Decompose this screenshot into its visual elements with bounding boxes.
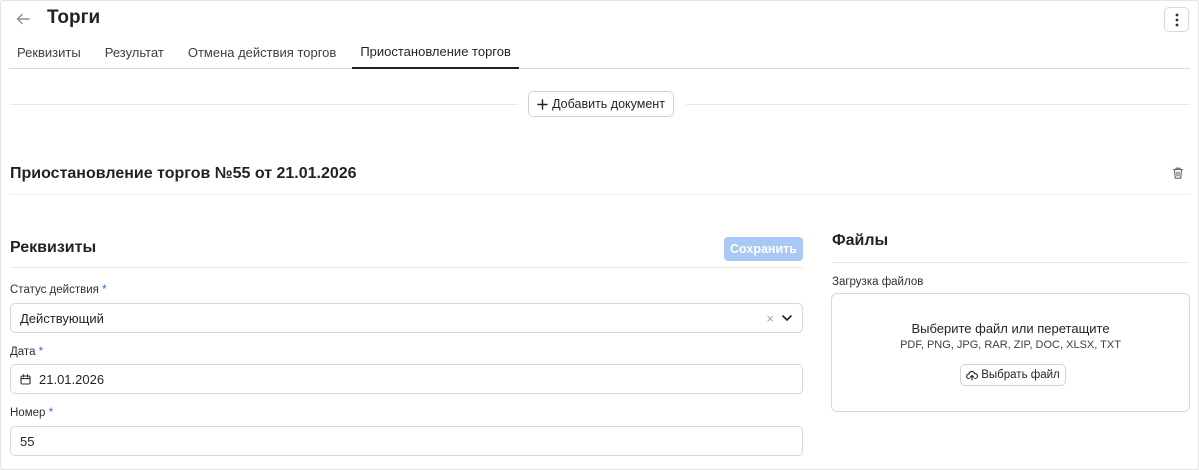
requisites-title: Реквизиты [10,239,97,256]
choose-file-label: Выбрать файл [981,369,1060,381]
more-vertical-icon [1175,13,1178,26]
divider-right [686,104,1190,105]
trash-icon [1172,167,1184,179]
tab-bar: Реквизиты Результат Отмена действия торг… [9,39,1190,69]
section-separator [10,194,1190,195]
files-separator [832,262,1190,263]
requisites-separator [10,267,803,268]
dropzone-title: Выберите файл или перетащите [911,321,1110,336]
back-button[interactable] [13,9,33,29]
date-label-text: Дата [10,346,36,358]
files-title: Файлы [832,232,889,249]
status-value: Действующий [20,310,104,326]
arrow-left-icon [16,13,30,25]
tab-requisites[interactable]: Реквизиты [9,39,89,69]
chevron-down-icon[interactable] [781,313,793,323]
number-label-text: Номер [10,407,46,419]
document-title: Приостановление торгов №55 от 21.01.2026 [10,165,357,182]
number-label: Номер * [10,407,53,419]
number-field[interactable]: 55 [10,426,803,456]
number-value: 55 [20,433,35,449]
choose-file-button[interactable]: Выбрать файл [960,364,1066,386]
required-mark: * [48,407,54,419]
clear-icon[interactable]: × [766,311,774,326]
save-button[interactable]: Сохранить [724,237,803,261]
date-label: Дата * [10,346,43,358]
calendar-icon [20,373,31,385]
status-select[interactable]: Действующий × [10,303,803,333]
required-mark: * [38,346,44,358]
add-document-label: Добавить документ [552,97,665,111]
tab-suspend-trading[interactable]: Приостановление торгов [352,39,519,69]
plus-icon [537,98,548,110]
upload-label: Загрузка файлов [832,276,924,288]
date-field[interactable]: 21.01.2026 [10,364,803,394]
add-document-button[interactable]: Добавить документ [528,91,674,117]
status-label-text: Статус действия [10,284,99,296]
more-options-button[interactable] [1164,7,1189,32]
date-value: 21.01.2026 [39,371,105,387]
required-mark: * [102,284,107,296]
status-label: Статус действия * [10,284,107,296]
divider-left [10,104,518,105]
tab-cancel-trading[interactable]: Отмена действия торгов [180,39,344,69]
page-frame: Торги Реквизиты Результат Отмена действи… [0,0,1199,470]
dropzone-file-types: PDF, PNG, JPG, RAR, ZIP, DOC, XLSX, TXT [900,339,1121,351]
page-title: Торги [47,7,101,28]
tab-result[interactable]: Результат [97,39,172,69]
delete-document-button[interactable] [1171,166,1187,182]
cloud-upload-icon [966,370,979,381]
file-dropzone[interactable]: Выберите файл или перетащите PDF, PNG, J… [831,293,1190,412]
